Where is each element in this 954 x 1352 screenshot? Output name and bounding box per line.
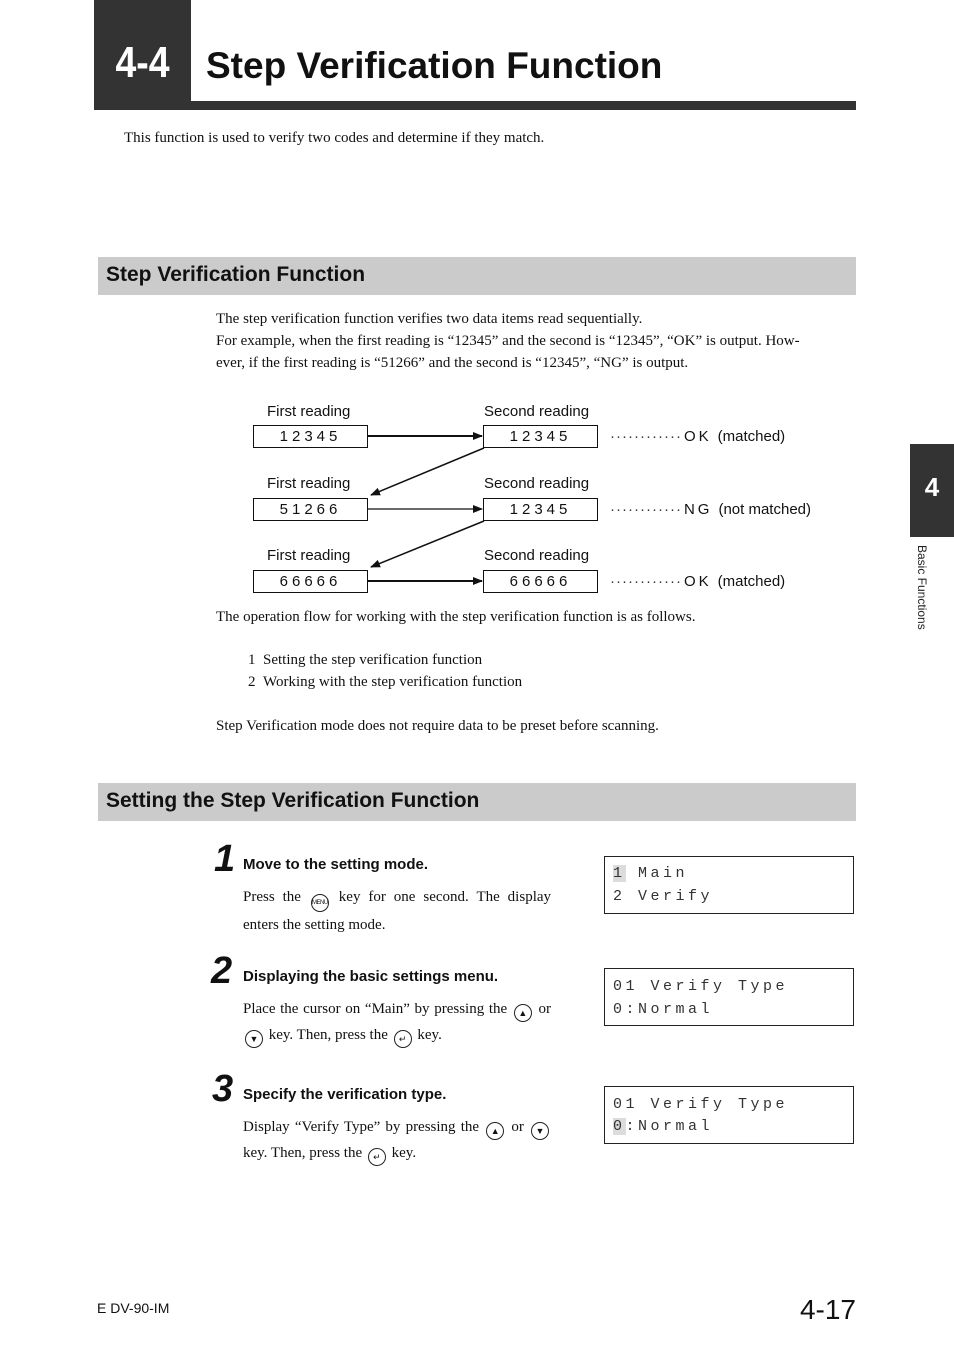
section-title-setting: Setting the Step Verification Function	[106, 789, 480, 812]
first-reading-label: First reading	[267, 403, 351, 420]
step-text: key.	[417, 1027, 442, 1043]
result-row-3: ············ OK (matched)	[610, 573, 785, 590]
flow-item-number: 2	[248, 674, 256, 690]
flow-item: 2 Working with the step verification fun…	[248, 671, 878, 693]
result-note: (matched)	[717, 573, 786, 590]
flow-intro: The operation flow for working with the …	[216, 609, 696, 625]
step-text: key. Then, press the	[243, 1145, 363, 1161]
arrow-row2-to-row3	[370, 520, 485, 568]
lcd-cursor: 0	[613, 1118, 626, 1135]
lcd-line-1: 01 Verify Type	[613, 978, 789, 995]
second-reading-box: 66666	[483, 570, 598, 593]
lcd-line-2: 2 Verify	[613, 888, 714, 905]
document-code: E DV-90-IM	[97, 1300, 170, 1316]
result-note: (not matched)	[718, 501, 811, 518]
preset-note: Step Verification mode does not require …	[216, 718, 659, 734]
flow-list: 1 Setting the step verification function…	[248, 649, 878, 693]
side-tab-number: 4	[924, 472, 940, 502]
up-key-icon: ▲	[513, 1004, 532, 1022]
lcd-display-step-2: 01 Verify Type 0:Normal	[604, 968, 854, 1026]
lcd-display-step-1: 1 Main 2 Verify	[604, 856, 854, 914]
result-row-2: ············ NG (not matched)	[610, 501, 811, 518]
result-row-1: ············ OK (matched)	[610, 428, 785, 445]
leader-dots: ············	[610, 428, 682, 445]
step-body: Place the cursor on “Main” by pressing t…	[243, 996, 551, 1048]
result-code: OK	[683, 573, 712, 590]
down-key-icon: ▼	[531, 1122, 550, 1140]
first-reading-box: 51266	[253, 498, 368, 521]
lcd-text: :Normal	[625, 1118, 714, 1135]
lcd-line-1: 01 Verify Type	[613, 1096, 789, 1113]
step-text: or	[511, 1119, 524, 1135]
flow-item-text: Working with the step verification funct…	[263, 674, 523, 690]
lcd-line-1: 1 Main	[613, 865, 688, 882]
enter-key-icon: ↵	[367, 1148, 386, 1166]
step-text: or	[538, 1001, 552, 1017]
step-number: 1	[214, 838, 236, 880]
flow-item: 1 Setting the step verification function	[248, 649, 878, 671]
flow-item-text: Setting the step verification function	[263, 652, 483, 668]
step-body: Press the MENU key for one second. The d…	[243, 884, 551, 938]
first-reading-label: First reading	[267, 547, 351, 564]
side-tab-label: Basic Functions	[915, 545, 929, 630]
step-number: 3	[212, 1068, 234, 1110]
step-number: 2	[211, 950, 233, 992]
arrow-row1-to-row2	[370, 447, 485, 496]
flow-item-number: 1	[248, 652, 256, 668]
step-title: Specify the verification type.	[243, 1086, 447, 1103]
enter-key-icon: ↵	[393, 1030, 412, 1048]
step-body: Display “Verify Type” by pressing the ▲ …	[243, 1114, 551, 1166]
leader-dots: ············	[610, 573, 682, 590]
step-text: Press the	[243, 889, 301, 905]
step-text: Place the cursor on “Main” by pressing t…	[243, 1001, 508, 1017]
second-reading-box: 12345	[483, 425, 598, 448]
lcd-display-step-3: 01 Verify Type 0:Normal	[604, 1086, 854, 1144]
step-text: key.	[391, 1145, 417, 1161]
diagram-arrows	[368, 432, 485, 585]
lcd-line-2: 0:Normal	[613, 1001, 714, 1018]
result-code: NG	[683, 501, 713, 518]
second-reading-label: Second reading	[484, 547, 590, 564]
second-reading-label: Second reading	[484, 403, 590, 420]
first-reading-box: 12345	[253, 425, 368, 448]
step-text: Display “Verify Type” by pressing the	[243, 1119, 480, 1135]
down-key-icon: ▼	[245, 1030, 263, 1048]
step-title: Move to the setting mode.	[243, 856, 429, 873]
second-reading-box: 12345	[483, 498, 598, 521]
result-note: (matched)	[717, 428, 786, 445]
leader-dots: ············	[610, 501, 682, 518]
first-reading-box: 66666	[253, 570, 368, 593]
lcd-line-2: 0:Normal	[613, 1118, 713, 1135]
second-reading-label: Second reading	[484, 475, 590, 492]
step-text: key. Then, press the	[268, 1027, 388, 1043]
result-code: OK	[683, 428, 712, 445]
lcd-text: Main	[625, 865, 689, 882]
up-key-icon: ▲	[486, 1122, 505, 1140]
menu-key-icon: MENU	[310, 894, 329, 912]
lcd-cursor: 1	[613, 865, 626, 882]
page-number: 4-17	[799, 1294, 856, 1325]
first-reading-label: First reading	[267, 475, 351, 492]
step-title: Displaying the basic settings menu.	[243, 968, 499, 985]
